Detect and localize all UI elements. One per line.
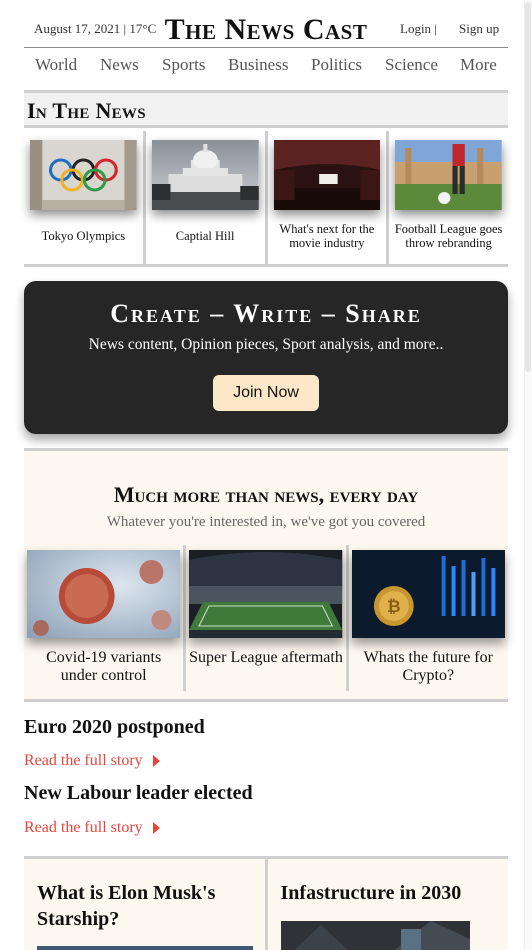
infrastructure-photo bbox=[280, 921, 470, 950]
news-card-caption: What's next for the movie industry bbox=[279, 221, 375, 250]
nav-item-more[interactable]: More bbox=[460, 55, 497, 75]
news-card-tokyo-olympics[interactable]: Tokyo Olympics bbox=[24, 131, 146, 264]
much-more-subtitle: Whatever you're interested in, we've got… bbox=[106, 514, 426, 530]
banner-subtitle: News content, Opinion pieces, Sport anal… bbox=[88, 336, 444, 353]
article-card-infrastructure[interactable]: Infastructure in 2030 bbox=[264, 859, 508, 950]
feature-card-covid[interactable]: Covid-19 variants under control bbox=[24, 545, 187, 691]
in-the-news-header: In The News bbox=[24, 93, 508, 128]
much-more-section: Much more than news, every day Whatever … bbox=[24, 448, 508, 702]
starship-photo bbox=[37, 946, 253, 950]
nav-item-world[interactable]: World bbox=[35, 55, 77, 75]
read-full-story-link[interactable]: Read the full story bbox=[24, 752, 160, 770]
nav-item-sports[interactable]: Sports bbox=[162, 55, 205, 75]
article-card-starship[interactable]: What is Elon Musk's Starship? bbox=[24, 859, 265, 950]
feature-card-crypto[interactable]: ₿ Whats the future for Crypto? bbox=[349, 545, 508, 691]
read-full-story-label: Read the full story bbox=[24, 752, 143, 769]
create-write-share-banner: Create – Write – Share News content, Opi… bbox=[24, 281, 508, 434]
article-title: What is Elon Musk's Starship? bbox=[37, 882, 216, 930]
main-nav: World News Sports Business Politics Scie… bbox=[24, 55, 508, 79]
news-card-capitol-hill[interactable]: Captial Hill bbox=[146, 131, 268, 264]
much-more-cards: Covid-19 variants under control Super Le… bbox=[24, 545, 508, 691]
virus-photo bbox=[27, 550, 181, 638]
arrow-right-icon bbox=[152, 755, 160, 767]
news-card-movie-industry[interactable]: What's next for the movie industry bbox=[268, 131, 390, 264]
story-title-labour-leader[interactable]: New Labour leader elected bbox=[24, 782, 253, 805]
bitcoin-photo: ₿ bbox=[351, 550, 505, 638]
in-the-news-heading: In The News bbox=[27, 98, 146, 123]
in-the-news-cards: Tokyo Olympics Captial Hill What's next … bbox=[24, 131, 508, 264]
feature-card-caption: Whats the future for Crypto? bbox=[363, 649, 493, 684]
date-weather: August 17, 2021 | 17°C bbox=[34, 21, 157, 36]
news-card-caption: Tokyo Olympics bbox=[41, 228, 126, 243]
join-now-button[interactable]: Join Now bbox=[213, 375, 319, 411]
nav-item-science[interactable]: Science bbox=[385, 55, 438, 75]
read-full-story-link[interactable]: Read the full story bbox=[24, 819, 160, 837]
banner-title: Create – Write – Share bbox=[110, 299, 422, 328]
top-bar: August 17, 2021 | 17°C The News Cast Log… bbox=[24, 0, 508, 48]
in-the-news-section: In The News Tokyo Olympics Captial Hill … bbox=[24, 90, 508, 267]
much-more-title: Much more than news, every day bbox=[113, 482, 419, 507]
scrollbar-thumb[interactable] bbox=[525, 2, 531, 372]
news-card-caption: Football League goes throw rebranding bbox=[394, 221, 503, 250]
stadium-photo bbox=[189, 550, 343, 638]
read-full-story-label: Read the full story bbox=[24, 819, 143, 836]
feature-card-caption: Super League aftermath bbox=[189, 649, 343, 666]
capitol-building-photo bbox=[151, 140, 259, 210]
story-title-euro-2020[interactable]: Euro 2020 postponed bbox=[24, 716, 205, 739]
arrow-right-icon bbox=[152, 822, 160, 834]
login-link[interactable]: Login | bbox=[400, 21, 437, 37]
news-card-caption: Captial Hill bbox=[175, 228, 235, 243]
feature-card-super-league[interactable]: Super League aftermath bbox=[186, 545, 349, 691]
signup-link[interactable]: Sign up bbox=[459, 21, 499, 37]
feature-card-caption: Covid-19 variants under control bbox=[46, 649, 162, 684]
olympic-rings-photo bbox=[30, 140, 137, 210]
scrollbar-track[interactable] bbox=[524, 0, 532, 950]
nav-item-business[interactable]: Business bbox=[228, 55, 288, 75]
news-card-football-league[interactable]: Football League goes throw rebranding bbox=[389, 131, 508, 264]
site-logo[interactable]: The News Cast bbox=[165, 13, 368, 46]
article-title: Infastructure in 2030 bbox=[280, 882, 462, 904]
bottom-articles: What is Elon Musk's Starship? Infastruct… bbox=[24, 856, 508, 950]
movie-theatre-photo bbox=[273, 140, 381, 210]
svg-text:₿: ₿ bbox=[387, 596, 401, 616]
football-player-photo bbox=[395, 140, 502, 210]
nav-item-news[interactable]: News bbox=[100, 55, 139, 75]
nav-item-politics[interactable]: Politics bbox=[311, 55, 362, 75]
